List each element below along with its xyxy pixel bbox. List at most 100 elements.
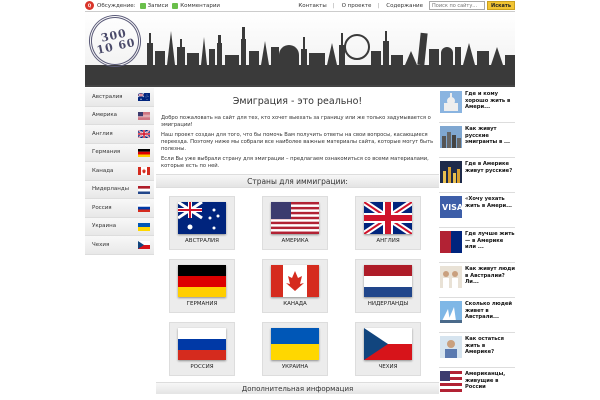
sidebar-item-label: Нидерланды (92, 186, 130, 193)
country-card-label: КАНАДА (283, 301, 307, 307)
sidebar-item-label: Германия (92, 149, 121, 156)
article-link[interactable]: Американцы, живущие в России (439, 368, 515, 400)
article-title: Американцы, живущие в России (465, 371, 506, 390)
country-card-ua[interactable]: УКРАИНА (262, 322, 328, 376)
de-flag-icon (138, 148, 150, 157)
article-thumbnail (440, 301, 465, 332)
top-bar: Q Обсуждение: Записи Комментарии Контакт… (85, 0, 515, 12)
header-banner: 300 10 60 (85, 13, 515, 87)
article-link[interactable]: Как живут русские эмигранты в ... (439, 123, 515, 158)
cz-flag-icon (138, 241, 150, 249)
intro-text: Добро пожаловать на сайт для тех, кто хо… (161, 115, 434, 170)
ca-flag-icon (138, 167, 150, 175)
intro-paragraph: Добро пожаловать на сайт для тех, кто хо… (161, 115, 431, 128)
country-card-label: ЧЕХИЯ (378, 364, 398, 370)
posts-link[interactable]: Записи (139, 2, 168, 9)
country-card-au[interactable]: АВСТРАЛИЯ (169, 196, 235, 250)
sidebar-item-ru[interactable]: Россия (85, 199, 154, 218)
nav-link-contacts[interactable]: Контакты (298, 3, 326, 9)
de-flag-icon (178, 265, 226, 297)
additional-info-heading: Дополнительная информация (156, 382, 439, 394)
country-card-label: АВСТРАЛИЯ (185, 238, 219, 244)
article-thumbnail (440, 91, 465, 122)
article-thumbnail (440, 231, 465, 262)
cz-flag-icon (364, 328, 412, 360)
au-flag-icon (137, 92, 150, 101)
sidebar-item-label: Чехия (92, 241, 110, 248)
page-title: Эмиграция - это реально! (232, 96, 363, 107)
article-title: Где лучше жить — в Америке или ... (465, 231, 515, 250)
country-card-ru[interactable]: РОССИЯ (169, 322, 235, 376)
article-thumbnail (440, 266, 465, 297)
countries-heading: Страны для иммиграции: (156, 174, 439, 188)
country-card-cz[interactable]: ЧЕХИЯ (355, 322, 421, 376)
sidebar-item-nl[interactable]: Нидерланды (85, 180, 154, 199)
search-input[interactable] (429, 1, 486, 10)
nav-separator: | (332, 2, 335, 9)
country-card-label: РОССИЯ (190, 364, 214, 370)
search-button[interactable]: Искать (487, 1, 515, 10)
article-link[interactable]: Сколько людей живет в Австрали... (439, 298, 515, 333)
sidebar-item-de[interactable]: Германия (85, 143, 154, 162)
article-link[interactable]: Как остаться жить в Америке? (439, 333, 515, 368)
country-card-ca[interactable]: КАНАДА (262, 259, 328, 313)
article-thumbnail (440, 126, 465, 157)
sidebar-item-label: Россия (92, 204, 112, 211)
article-title: Сколько людей живет в Австрали... (465, 301, 513, 320)
country-card-us[interactable]: АМЕРИКА (262, 196, 328, 250)
country-card-gb[interactable]: АНГЛИЯ (355, 196, 421, 250)
article-thumbnail: VISA (440, 196, 465, 227)
article-thumbnail (440, 371, 465, 400)
sidebar-item-cz[interactable]: Чехия (85, 236, 154, 255)
article-title: Как живут люди в Австралии? Ли... (465, 266, 516, 285)
gb-flag-icon (362, 199, 414, 237)
article-title: Как живут русские эмигранты в ... (465, 126, 510, 145)
country-card-label: НИДЕРЛАНДЫ (367, 301, 409, 307)
nl-flag-icon (364, 265, 412, 297)
sidebar-item-gb[interactable]: Англия (85, 125, 154, 144)
article-link[interactable]: Где и кому хорошо жить в Амери... (439, 88, 515, 123)
country-sidebar: Австралия Америка Англия Германия Канада Н… (85, 88, 154, 255)
sidebar-item-ua[interactable]: Украина (85, 217, 154, 236)
article-thumbnail (440, 161, 465, 192)
article-title: «Хочу уехать жить в Амери... (465, 196, 513, 209)
us-flag-icon (271, 202, 319, 234)
nav-link-contents[interactable]: Содержание (386, 3, 423, 9)
ru-flag-icon (178, 328, 226, 360)
sidebar-item-label: Австралия (92, 93, 123, 100)
discussion-label: Обсуждение: (97, 2, 136, 9)
sidebar-item-label: Украина (92, 223, 117, 230)
sidebar-item-au[interactable]: Австралия (85, 88, 154, 107)
article-link[interactable]: Где в Америке живут русские? (439, 158, 515, 193)
sidebar-item-label: Англия (92, 130, 113, 137)
rss-icon (139, 2, 146, 9)
article-link[interactable]: Как живут люди в Австралии? Ли... (439, 263, 515, 298)
nl-flag-icon (138, 185, 150, 194)
article-title: Где в Америке живут русские? (465, 161, 513, 174)
us-flag-icon (138, 111, 150, 120)
ca-flag-icon (271, 265, 319, 297)
site-logo-icon[interactable]: Q (85, 1, 94, 10)
nav-separator: | (377, 2, 380, 9)
related-articles: Где и кому хорошо жить в Амери... Как жив… (439, 88, 515, 400)
ua-flag-icon (271, 328, 319, 360)
country-card-nl[interactable]: НИДЕРЛАНДЫ (355, 259, 421, 313)
svg-text:VISA: VISA (442, 203, 462, 212)
article-link[interactable]: Где лучше жить — в Америке или ... (439, 228, 515, 263)
country-card-label: ГЕРМАНИЯ (186, 301, 218, 307)
article-title: Где и кому хорошо жить в Амери... (465, 91, 511, 110)
country-grid: АВСТРАЛИЯ АМЕРИКА АНГЛИЯ ГЕРМАНИЯ КАНАДА НИ… (169, 196, 439, 376)
nav-link-about[interactable]: О проекте (342, 3, 372, 9)
sidebar-item-ca[interactable]: Канада (85, 162, 154, 181)
sidebar-item-label: Канада (92, 167, 114, 174)
sidebar-item-us[interactable]: Америка (85, 106, 154, 125)
article-title: Как остаться жить в Америке? (465, 336, 504, 355)
country-card-de[interactable]: ГЕРМАНИЯ (169, 259, 235, 313)
comments-link[interactable]: Комментарии (172, 2, 220, 9)
ua-flag-icon (138, 222, 150, 231)
sidebar-item-label: Америка (92, 112, 118, 119)
ru-flag-icon (138, 204, 150, 212)
comments-label: Комментарии (180, 2, 220, 9)
article-link[interactable]: VISA «Хочу уехать жить в Амери... (439, 193, 515, 228)
gb-flag-icon (137, 129, 151, 139)
